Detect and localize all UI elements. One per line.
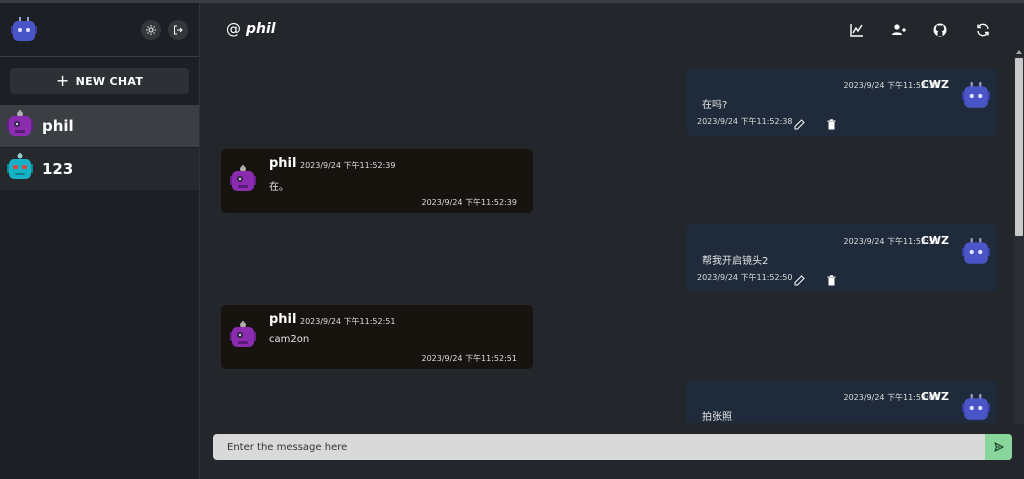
message-footer-time: 2023/9/24 下午11:52:51 (421, 354, 518, 363)
user-avatar (961, 82, 991, 114)
message-own: 2023/9/24 下午11:53:08 CWZ 拍张照 (686, 380, 997, 423)
message-other: phil 2023/9/24 下午11:52:39 在。 2023/9/24 下… (221, 149, 533, 213)
chat-header: @ phil (200, 3, 1024, 56)
message-other: phil 2023/9/24 下午11:52:51 cam2on 2023/9/… (221, 305, 533, 369)
message-input[interactable] (213, 434, 983, 460)
user-avatar (961, 238, 991, 270)
purple-robot-avatar (6, 110, 34, 142)
add-user-icon[interactable] (891, 22, 907, 38)
delete-icon[interactable] (826, 271, 837, 286)
send-icon (993, 442, 1004, 452)
message-footer-time: 2023/9/24 下午11:52:39 (421, 198, 518, 207)
message-own: 2023/9/24 下午11:52:38 CWZ 在吗? 2023/9/24 下… (686, 68, 997, 136)
message-own: 2023/9/24 下午11:52:50 CWZ 帮我开启镜头2 2023/9/… (686, 224, 997, 292)
message-list[interactable]: 2023/9/24 下午11:52:38 CWZ 在吗? 2023/9/24 下… (200, 56, 1014, 423)
message-text: 在吗? (702, 100, 728, 111)
room-name: 123 (42, 160, 74, 178)
room-item-123[interactable]: 123 (0, 148, 199, 190)
sidebar: + NEW CHAT phil 123 (0, 3, 200, 479)
message-text: cam2on (269, 334, 310, 345)
message-text: 在。 (269, 182, 289, 193)
purple-robot-avatar (229, 321, 257, 353)
plus-icon: + (55, 71, 70, 90)
logout-icon[interactable] (168, 20, 188, 40)
delete-icon[interactable] (826, 115, 837, 130)
github-icon[interactable] (932, 22, 948, 38)
scrollbar[interactable] (1014, 50, 1024, 424)
sidebar-header (0, 3, 199, 57)
message-user: CWZ (920, 390, 949, 403)
scroll-up-icon[interactable] (1016, 50, 1022, 54)
room-name: phil (42, 117, 74, 135)
chart-icon[interactable] (849, 22, 865, 38)
message-time: 2023/9/24 下午11:52:39 (300, 161, 396, 170)
message-user: phil (269, 312, 297, 327)
message-user: CWZ (920, 78, 949, 91)
message-user: CWZ (920, 234, 949, 247)
refresh-icon[interactable] (975, 22, 991, 38)
teal-robot-avatar (6, 153, 34, 185)
room-title: phil (246, 21, 276, 37)
scroll-thumb[interactable] (1015, 58, 1023, 236)
purple-robot-avatar (229, 165, 257, 197)
message-user: phil (269, 156, 297, 171)
send-button[interactable] (985, 434, 1012, 460)
new-chat-button[interactable]: + NEW CHAT (10, 68, 189, 94)
message-composer (213, 434, 1012, 460)
sun-icon[interactable] (141, 20, 161, 40)
user-avatar[interactable] (10, 17, 38, 47)
edit-icon[interactable] (794, 115, 805, 130)
message-footer-time: 2023/9/24 下午11:52:50 (697, 273, 793, 282)
at-icon: @ (226, 20, 241, 38)
edit-icon[interactable] (794, 271, 805, 286)
user-avatar (961, 394, 991, 423)
message-footer-time: 2023/9/24 下午11:52:38 (697, 117, 793, 126)
message-text: 拍张照 (702, 412, 732, 423)
new-chat-label: NEW CHAT (75, 74, 144, 88)
message-text: 帮我开启镜头2 (702, 256, 769, 267)
room-item-phil[interactable]: phil (0, 105, 199, 147)
message-time: 2023/9/24 下午11:52:51 (300, 317, 396, 326)
